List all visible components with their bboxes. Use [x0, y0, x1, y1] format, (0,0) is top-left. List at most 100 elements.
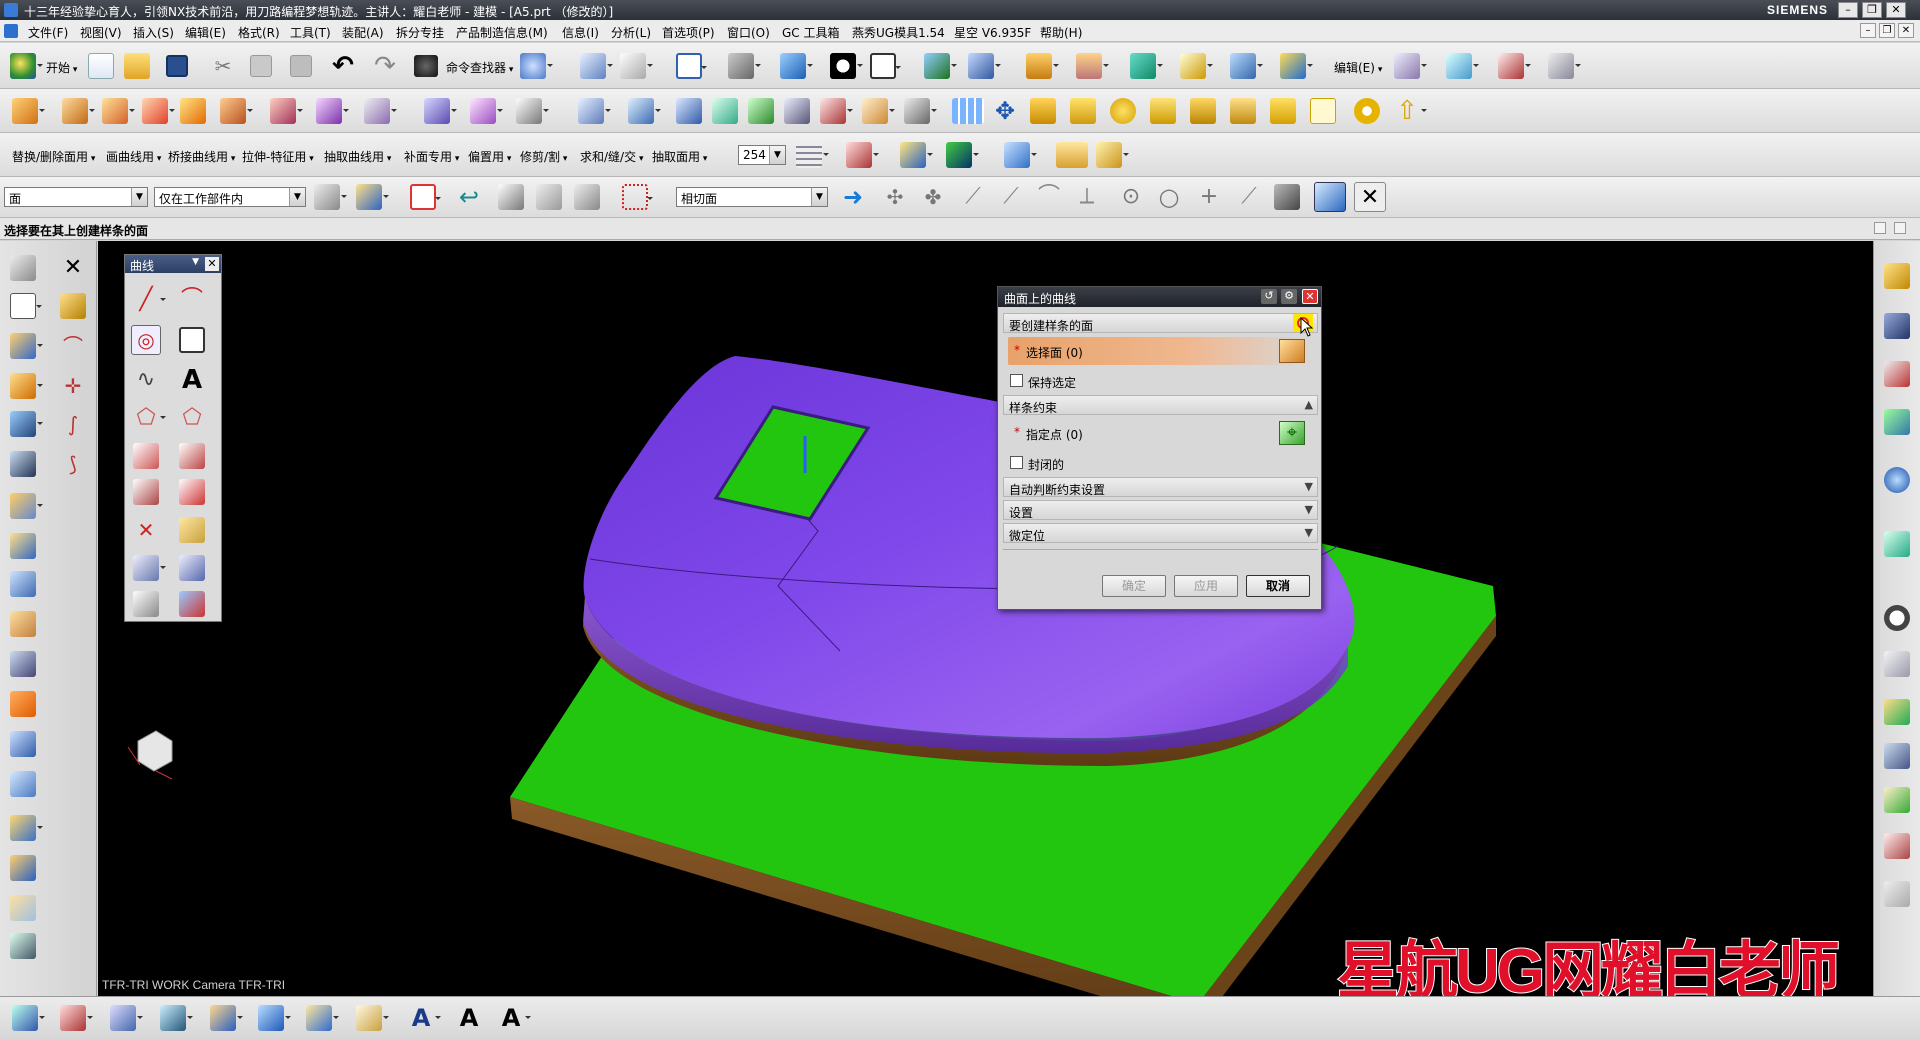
- closed-checkbox[interactable]: [1010, 456, 1023, 469]
- thicken-icon[interactable]: [10, 731, 36, 757]
- close-icon[interactable]: ✕: [1302, 289, 1318, 304]
- pad-icon[interactable]: [10, 493, 43, 519]
- restore-button[interactable]: ❐: [1862, 2, 1882, 18]
- start-menu-button[interactable]: 开始: [46, 59, 77, 76]
- extrude-icon[interactable]: [12, 98, 45, 124]
- pan-icon[interactable]: [580, 53, 613, 79]
- palettes-icon[interactable]: [1884, 833, 1910, 859]
- model-view[interactable]: [98, 241, 1873, 996]
- copy-icon[interactable]: [250, 55, 272, 77]
- ejector-pin-icon[interactable]: [1070, 98, 1096, 124]
- object-display-icon[interactable]: [210, 1005, 243, 1031]
- menu-gc-toolkit[interactable]: GC 工具箱: [782, 24, 840, 41]
- reuse-library-icon[interactable]: [1884, 409, 1910, 435]
- datum-axis-icon[interactable]: [10, 815, 43, 841]
- rectangle-icon[interactable]: [179, 327, 205, 353]
- hole-icon[interactable]: [10, 691, 36, 717]
- helix-icon[interactable]: [179, 591, 205, 617]
- select-face-row[interactable]: * 选择面 (0): [1008, 337, 1313, 365]
- apply-button[interactable]: 应用: [1174, 575, 1238, 597]
- snap-existing-point-icon[interactable]: +: [1196, 184, 1222, 210]
- transform-icon[interactable]: [820, 98, 853, 124]
- section-auto-constraint-header[interactable]: 自动判断约束设置 ▼: [1003, 477, 1318, 497]
- pocket-icon[interactable]: [10, 533, 36, 559]
- menu-info[interactable]: 信息(I): [562, 24, 599, 41]
- chevron-down-icon[interactable]: ▼: [131, 188, 147, 206]
- cancel-button[interactable]: 取消: [1246, 575, 1310, 597]
- point-dialog-icon[interactable]: ⌖: [1279, 421, 1305, 445]
- system-materials-icon[interactable]: [1884, 651, 1910, 677]
- history-icon[interactable]: [1884, 531, 1910, 557]
- section-settings-header[interactable]: 设置 ▼: [1003, 500, 1318, 520]
- shell-icon[interactable]: [316, 98, 349, 124]
- point-bottom-icon[interactable]: [110, 1005, 143, 1031]
- reset-icon[interactable]: ↺: [1261, 289, 1277, 304]
- offset-surface-icon[interactable]: [10, 771, 36, 797]
- sketch-icon[interactable]: [10, 255, 36, 281]
- keep-selected-checkbox[interactable]: [1010, 374, 1023, 387]
- curve-length-icon[interactable]: ∫: [60, 411, 86, 437]
- redo-icon[interactable]: ↷: [372, 53, 398, 79]
- settings-gear-icon[interactable]: [1354, 98, 1380, 124]
- ellipse-icon[interactable]: ⬠: [179, 405, 205, 431]
- snap-point-on-curve-icon[interactable]: ⟋: [1236, 184, 1262, 210]
- measure-distance-icon[interactable]: [846, 142, 879, 168]
- up-arrow-icon[interactable]: ⇧: [1394, 98, 1427, 124]
- fit-view-icon[interactable]: [676, 53, 707, 79]
- chevron-down-icon[interactable]: ▼: [192, 257, 199, 267]
- slider-icon[interactable]: [1190, 98, 1216, 124]
- standard-part-icon[interactable]: [1270, 98, 1296, 124]
- select-body-icon[interactable]: [498, 184, 524, 210]
- text-icon[interactable]: A: [179, 367, 205, 393]
- snap-control-point-icon[interactable]: ⟋: [960, 184, 986, 210]
- general-selection-filter-icon[interactable]: [314, 184, 347, 210]
- layer-settings-icon[interactable]: [796, 142, 829, 168]
- check-geometry-icon[interactable]: [1004, 142, 1037, 168]
- locating-ring-icon[interactable]: [1110, 98, 1136, 124]
- bridge-curve-menu[interactable]: 桥接曲线用: [168, 148, 235, 165]
- feature-selection-icon[interactable]: [356, 184, 389, 210]
- menu-analysis[interactable]: 分析(L): [611, 24, 651, 41]
- block-icon[interactable]: [10, 373, 43, 399]
- perspective-icon[interactable]: [728, 53, 761, 79]
- face-rule-select[interactable]: 相切面 ▼: [676, 187, 828, 207]
- web-browser-icon[interactable]: [1884, 467, 1910, 493]
- composite-curve-icon[interactable]: [133, 555, 166, 581]
- command-finder-button[interactable]: 命令查找器: [446, 59, 513, 76]
- quick-pick-icon[interactable]: [1314, 182, 1346, 212]
- move-object-icon[interactable]: ✥: [992, 98, 1018, 124]
- close-window-button[interactable]: ✕: [1886, 2, 1906, 18]
- cue-restore-icon[interactable]: [1874, 222, 1886, 234]
- ok-button[interactable]: 确定: [1102, 575, 1166, 597]
- join-curve-icon[interactable]: ⟆: [60, 451, 86, 477]
- sprue-bushing-icon[interactable]: [1150, 98, 1176, 124]
- menu-preferences[interactable]: 首选项(P): [662, 24, 715, 41]
- note-icon[interactable]: [356, 1005, 389, 1031]
- subtract-icon[interactable]: [142, 98, 175, 124]
- background-icon[interactable]: [870, 53, 901, 79]
- clock-icon[interactable]: [1884, 605, 1910, 631]
- snap-midpoint-icon[interactable]: ✤: [920, 184, 946, 210]
- tools-icon[interactable]: ✕: [1354, 182, 1386, 212]
- snap-quadrant-icon[interactable]: ⊙: [1118, 184, 1144, 210]
- undo-icon[interactable]: ↶: [330, 53, 356, 79]
- edit-object-display-icon[interactable]: [306, 1005, 339, 1031]
- cue-close-icon[interactable]: [1894, 222, 1906, 234]
- part-navigator-icon[interactable]: [1884, 361, 1910, 387]
- spline-icon[interactable]: ∿: [133, 367, 159, 393]
- section-finetune-header[interactable]: 微定位 ▼: [1003, 523, 1318, 543]
- datum-csys-icon[interactable]: [1498, 53, 1531, 79]
- close-icon[interactable]: ✕: [205, 257, 219, 271]
- mdi-minimize-button[interactable]: –: [1860, 23, 1876, 38]
- datum-plane-icon[interactable]: [1446, 53, 1479, 79]
- menu-edit[interactable]: 编辑(E): [185, 24, 226, 41]
- roles-icon[interactable]: [1884, 787, 1910, 813]
- menu-xingkong[interactable]: 星空 V6.935F: [954, 24, 1031, 41]
- assembly-icon[interactable]: [1280, 53, 1313, 79]
- extract-curve-menu[interactable]: 抽取曲线用: [324, 148, 391, 165]
- show-hide-icon[interactable]: [1180, 53, 1213, 79]
- manufacturing-wizards-icon[interactable]: [1884, 743, 1910, 769]
- lifter-icon[interactable]: [1230, 98, 1256, 124]
- cut-icon[interactable]: ✂: [212, 55, 234, 77]
- rectangle-select-icon[interactable]: [622, 184, 653, 210]
